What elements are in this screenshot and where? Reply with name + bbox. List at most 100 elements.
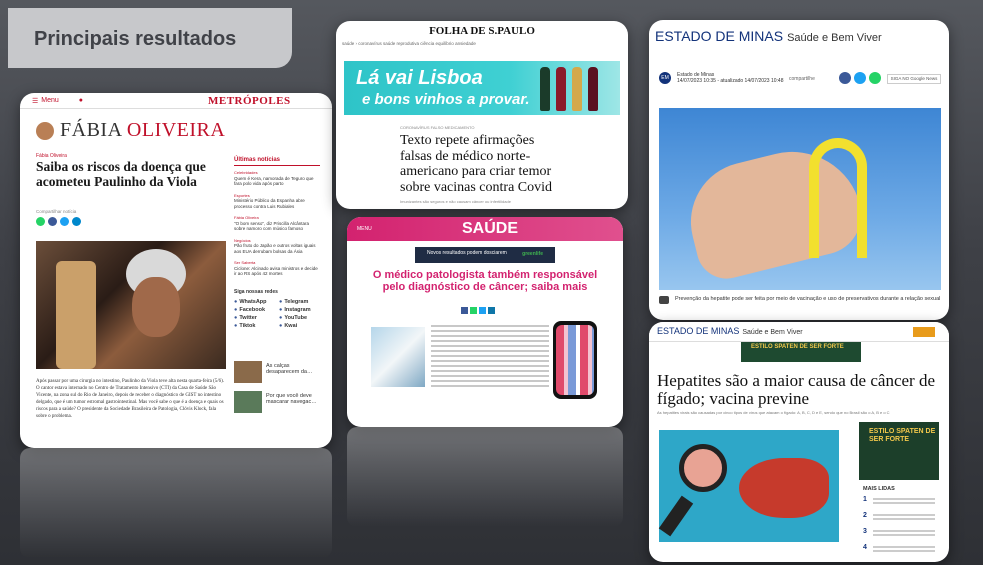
social-link-youtube[interactable]: YouTube <box>279 315 324 321</box>
menu-icon[interactable]: ☰ <box>32 97 38 105</box>
social-title: Siga nossas redes <box>234 289 278 295</box>
sidebar-news-item[interactable]: Fábia Oliveira "O bom senso", diz Priscil… <box>234 215 320 232</box>
folha-headline[interactable]: Texto repete afirmações falsas de médico… <box>400 133 560 195</box>
social-link-twitter[interactable]: Twitter <box>234 315 279 321</box>
whatsapp-icon[interactable] <box>470 307 477 314</box>
result-card-saude[interactable]: MENU SAÚDE Novos resultados podem doscia… <box>347 217 623 427</box>
ad-line-2: e bons vinhos a provar. <box>362 91 530 108</box>
sidebar-news-item[interactable]: Ser Saberta Ciclone: Alcinado avisa minis… <box>234 260 320 277</box>
article-body: Após passar por uma cirurgia no intestin… <box>36 379 225 419</box>
section-label[interactable]: Saúde e Bem Viver <box>742 329 802 336</box>
social-link-telegram[interactable]: Telegram <box>279 299 324 305</box>
result-card-folha[interactable]: FOLHA DE S.PAULO saúde › coronavírus saú… <box>336 21 628 209</box>
related-thumbnail[interactable] <box>234 391 262 413</box>
social-link-instagram[interactable]: Instagram <box>279 307 324 313</box>
card-reflection <box>20 448 332 558</box>
phone-ad[interactable] <box>553 321 597 399</box>
estado-logo: ESTADO DE MINAS Saúde e Bem Viver <box>655 28 882 44</box>
results-title: Principais resultados <box>34 28 237 50</box>
metropoles-logo: METRÓPOLES <box>208 95 291 107</box>
ad-line-1: Lá vai Lisboa <box>356 67 483 89</box>
facebook-icon[interactable] <box>48 217 57 226</box>
most-read-item[interactable]: 3 <box>863 528 939 542</box>
saude-headline[interactable]: O médico patologista também responsável … <box>367 269 603 293</box>
results-title-box: Principais resultados <box>8 8 292 68</box>
notification-icon[interactable]: ● <box>79 97 83 104</box>
article-photo <box>36 241 226 369</box>
saude-header-bar: MENU SAÚDE <box>347 217 623 241</box>
beer-ad-banner[interactable]: ESTILO SPATEN DE SER FORTE <box>741 342 861 362</box>
wine-bottle-icon <box>556 67 566 111</box>
share-label: Compartilhar notícia <box>36 209 77 214</box>
social-link-facebook[interactable]: Facebook <box>234 307 279 313</box>
related-thumbnail[interactable] <box>234 361 262 383</box>
author-header: FÁBIA OLIVEIRA <box>36 119 225 142</box>
telegram-icon[interactable] <box>72 217 81 226</box>
related-title[interactable]: Por que você deve mascarar navegac… <box>266 393 322 405</box>
most-read-title: MAIS LIDAS <box>863 486 895 492</box>
latest-news-sidebar: Últimas notícias Celebridades Quem é Kera… <box>234 157 320 283</box>
ribbon-photo <box>659 108 941 290</box>
menu-label[interactable]: Menu <box>41 97 59 104</box>
estado-subtitle: As hepatites virais são causadas por cin… <box>657 410 890 415</box>
social-link-whatsapp[interactable]: WhatsApp <box>234 299 279 305</box>
most-read-item[interactable]: 2 <box>863 512 939 526</box>
ad-brand: greenlife <box>522 251 543 257</box>
result-card-estado-minas-ribbon[interactable]: ESTADO DE MINAS Saúde e Bem Viver EM Esta… <box>649 20 949 320</box>
twitter-icon[interactable] <box>60 217 69 226</box>
most-read-item[interactable]: 4 <box>863 544 939 558</box>
social-link-kwai[interactable]: Kwai <box>279 323 324 329</box>
saude-menu[interactable]: MENU <box>357 226 372 232</box>
wine-bottle-icon <box>540 67 550 111</box>
article-text-lines <box>431 325 549 390</box>
wine-bottle-icon <box>588 67 598 111</box>
saude-ad-banner[interactable]: Novos resultados podem dosciarem greenli… <box>415 247 555 263</box>
latest-news-title: Últimas notícias <box>234 157 320 166</box>
photo-caption: Prevenção da hepatite pode ser feita por… <box>659 296 941 304</box>
whatsapp-icon[interactable] <box>869 72 881 84</box>
magnifier-handle-shape <box>658 495 694 537</box>
article-headline[interactable]: Saiba os riscos da doença que acometeu P… <box>36 159 226 189</box>
subscribe-button[interactable] <box>913 327 935 337</box>
twitter-icon[interactable] <box>479 307 486 314</box>
liver-illustration <box>658 430 839 548</box>
result-card-estado-minas-liver[interactable]: ESTADO DE MINAS Saúde e Bem Viver ESTILO … <box>649 322 949 562</box>
sidebar-beer-ad[interactable]: ESTILO SPATEN DE SER FORTE <box>859 422 939 480</box>
estado-headline[interactable]: Hepatites são a maior causa de câncer de… <box>657 372 943 408</box>
camera-icon <box>659 296 669 304</box>
author-last-name: OLIVEIRA <box>126 119 226 141</box>
ad-text: Novos resultados podem dosciarem <box>427 250 507 256</box>
face-shape <box>132 277 180 337</box>
estado-logo: ESTADO DE MINAS <box>657 326 740 336</box>
sidebar-news-item[interactable]: Negócios Pão fruto do Japão e outros volt… <box>234 238 320 255</box>
yellow-ribbon-shape <box>809 138 867 258</box>
whatsapp-icon[interactable] <box>36 217 45 226</box>
publisher-avatar: EM <box>659 72 671 84</box>
folha-logo: FOLHA DE S.PAULO <box>429 25 535 37</box>
linkedin-icon[interactable] <box>488 307 495 314</box>
card-reflection <box>347 427 623 527</box>
article-tags[interactable]: CORONAVÍRUS FALSO MEDICAMENTO <box>400 125 475 130</box>
google-news-button[interactable]: SIGA NO Google News <box>887 74 941 84</box>
section-label[interactable]: Saúde e Bem Viver <box>787 32 882 44</box>
share-buttons <box>839 72 881 84</box>
folha-subtitle: Imunizantes são seguros e não causam cân… <box>400 199 511 204</box>
sidebar-news-item[interactable]: Celebridades Quem é Kera, namorada de Teg… <box>234 170 320 187</box>
related-title[interactable]: As calças desaparecem da… <box>266 363 322 375</box>
facebook-icon[interactable] <box>839 72 851 84</box>
wine-ad-banner[interactable]: Lá vai Lisboa e bons vinhos a provar. <box>344 61 620 115</box>
folha-nav[interactable]: saúde › coronavírus saúde reprodutiva ci… <box>342 41 476 46</box>
author-avatar <box>36 121 54 140</box>
social-links: Siga nossas redes WhatsApp Telegram Face… <box>234 289 324 329</box>
share-label: compartilhe <box>789 76 815 82</box>
result-card-metropoles[interactable]: ☰ Menu ● METRÓPOLES FÁBIA OLIVEIRA Fábia… <box>20 93 332 448</box>
sidebar-news-item[interactable]: Esportes Ministério Público da Espanha ab… <box>234 193 320 210</box>
saude-share-buttons <box>461 307 495 314</box>
twitter-icon[interactable] <box>854 72 866 84</box>
facebook-icon[interactable] <box>461 307 468 314</box>
most-read-item[interactable]: 1 <box>863 496 939 510</box>
social-link-tiktok[interactable]: Tiktok <box>234 323 279 329</box>
author-first-name: FÁBIA <box>60 119 122 141</box>
saude-logo: SAÚDE <box>462 220 519 237</box>
liver-shape <box>739 458 829 518</box>
